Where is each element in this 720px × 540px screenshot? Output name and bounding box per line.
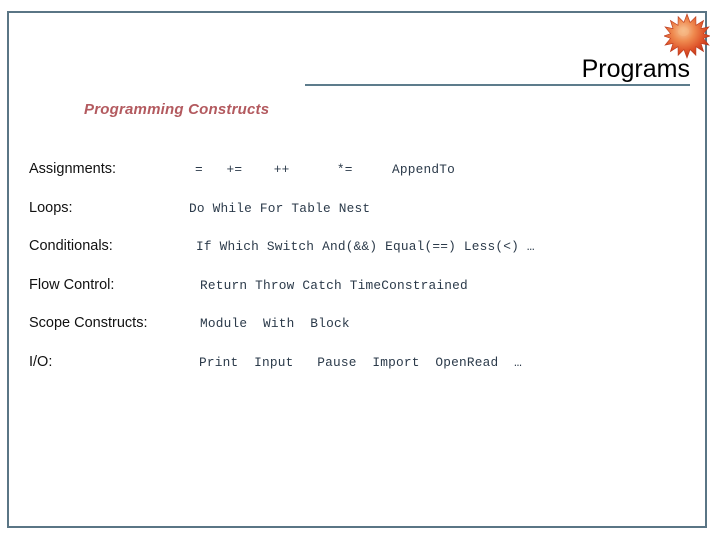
table-row: Flow Control: Return Throw Catch TimeCon…: [0, 276, 720, 315]
programming-constructs-table: Assignments: = += ++ *= AppendTo Loops: …: [0, 160, 720, 392]
table-row: Conditionals: If Which Switch And(&&) Eq…: [0, 237, 720, 276]
row-label-io: I/O:: [29, 353, 53, 370]
row-values-loops: Do While For Table Nest: [189, 200, 371, 216]
table-row: I/O: Print Input Pause Import OpenRead …: [0, 353, 720, 392]
page-title: Programs: [581, 55, 690, 83]
starburst-icon: [664, 13, 710, 59]
slide-header: Programs: [0, 0, 720, 100]
row-values-assignments: = += ++ *= AppendTo: [195, 162, 456, 177]
title-underline-rule: [305, 84, 690, 86]
row-label-conditionals: Conditionals:: [29, 238, 113, 255]
row-values-flow-control: Return Throw Catch TimeConstrained: [200, 277, 468, 293]
slide-subtitle: Programming Constructs: [84, 101, 270, 118]
row-label-scope-constructs: Scope Constructs:: [29, 315, 148, 332]
slide: Programs Programming Constructs Assignme…: [0, 0, 720, 540]
row-values-conditionals: If Which Switch And(&&) Equal(==) Less(<…: [196, 239, 535, 255]
row-label-flow-control: Flow Control:: [29, 276, 115, 293]
table-row: Loops: Do While For Table Nest: [0, 199, 720, 238]
table-row: Scope Constructs: Module With Block: [0, 314, 720, 353]
row-values-io: Print Input Pause Import OpenRead …: [199, 354, 523, 370]
row-values-scope-constructs: Module With Block: [200, 316, 350, 332]
table-row: Assignments: = += ++ *= AppendTo: [0, 160, 720, 199]
row-label-loops: Loops:: [29, 199, 73, 216]
row-label-assignments: Assignments:: [29, 161, 117, 177]
